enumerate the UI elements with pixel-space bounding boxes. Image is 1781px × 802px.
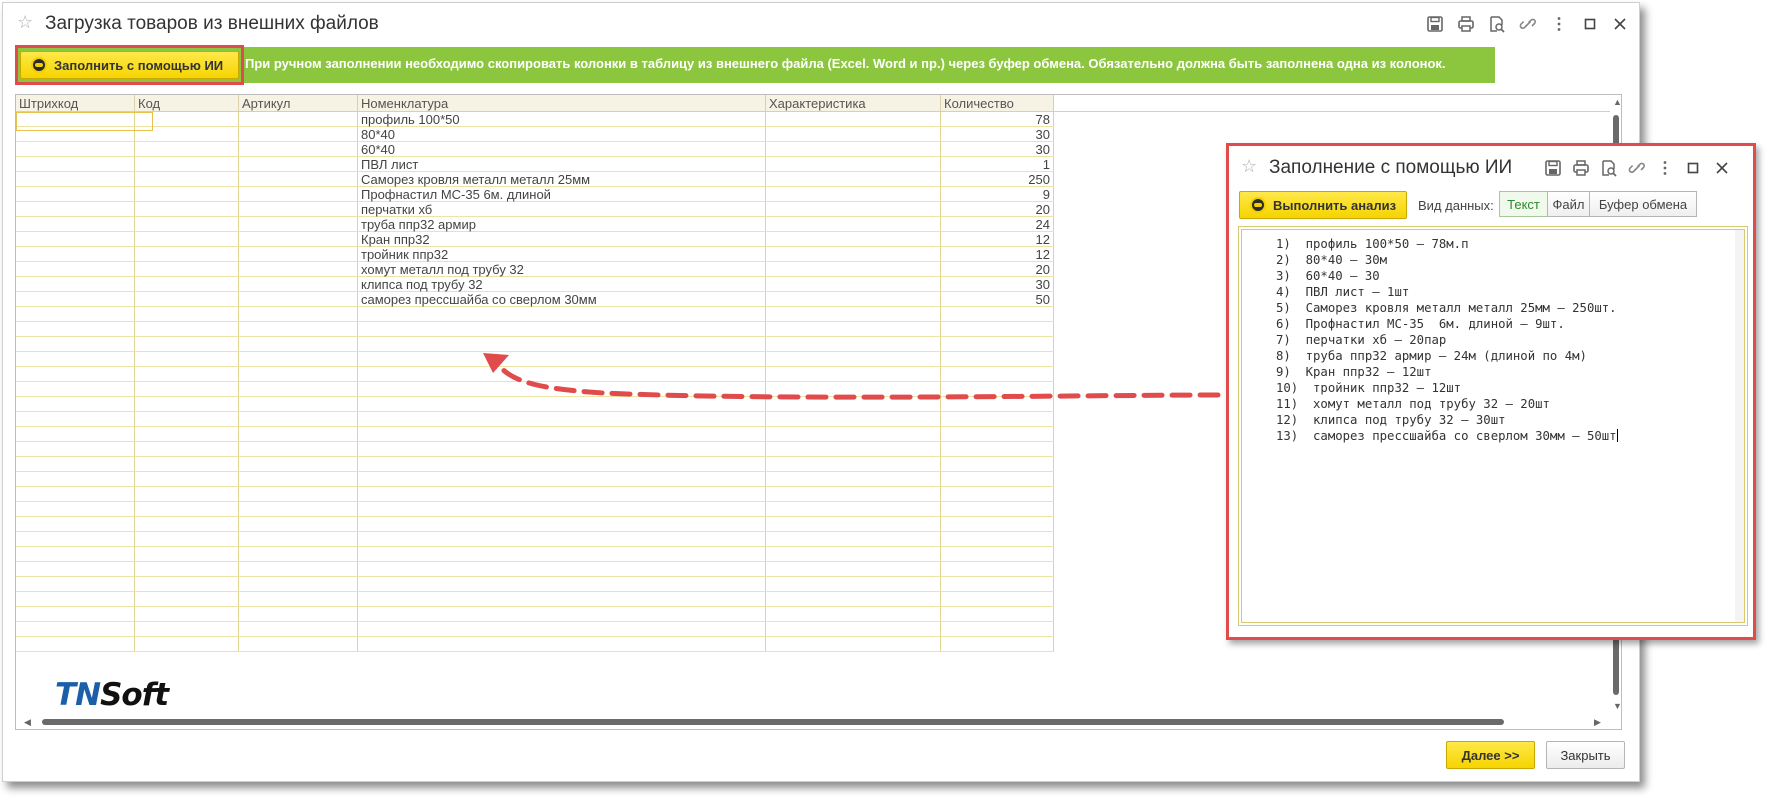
row-divider [16,261,1054,262]
editor-line: 5) Саморез кровля металл металл 25мм – 2… [1276,301,1617,315]
maximize-icon[interactable] [1579,13,1601,35]
column-header[interactable]: Номенклатура [358,95,766,112]
row-divider [16,456,1054,457]
row-divider [16,546,1054,547]
preview-icon[interactable] [1598,157,1620,179]
text-editor-frame: 1) профиль 100*50 – 78м.п 2) 80*40 – 30м 3… [1238,226,1748,626]
tnsoft-logo: TNSoft [55,677,169,713]
ai-logo-icon [31,57,47,73]
header-divider [1054,111,1610,112]
column-header[interactable]: Характеристика [766,95,941,112]
text-caret [1616,429,1618,442]
maximize-icon[interactable] [1682,157,1704,179]
column-header[interactable]: Штрихкод [16,95,135,112]
row-divider [16,576,1054,577]
info-text: При ручном заполнении необходимо скопиро… [245,56,1446,71]
row-divider [16,216,1054,217]
row-divider [16,651,1054,652]
column-divider [238,112,239,652]
close-icon[interactable] [1609,13,1631,35]
dialog-title: Заполнение с помощью ИИ [1269,157,1513,178]
row-divider [16,636,1054,637]
data-type-text-tab[interactable]: Текст [1499,191,1548,217]
favorite-star-icon[interactable]: ☆ [17,12,33,33]
editor-line: 8) труба ппр32 армир – 24м (длиной по 4м… [1276,349,1587,363]
window-title: Загрузка товаров из внешних файлов [45,13,379,34]
scroll-up-icon[interactable]: ▲ [1613,97,1621,107]
column-divider [134,112,135,652]
editor-line: 9) Кран ппр32 – 12шт [1276,365,1432,379]
fill-with-ai-label: Заполнить с помощью ИИ [54,57,224,73]
editor-line: 3) 60*40 – 30 [1276,269,1380,283]
close-button[interactable]: Закрыть [1546,741,1625,769]
dashed-arrow-icon [483,353,1221,400]
editor-line: 13) саморез прессшайба со сверлом 30мм –… [1276,429,1618,443]
row-divider [16,501,1054,502]
scroll-left-icon[interactable]: ◀ [24,717,31,728]
row-divider [16,531,1054,532]
ai-fill-dialog: ☆ Заполнение с помощью ИИ Выполнить анал… [1226,143,1756,640]
column-header[interactable]: Артикул [239,95,358,112]
row-divider [16,336,1054,337]
editor-line: 2) 80*40 – 30м [1276,253,1388,267]
save-icon[interactable] [1542,157,1564,179]
row-divider [16,471,1054,472]
active-cell[interactable] [16,112,153,131]
row-divider [16,276,1054,277]
column-divider [357,112,358,652]
fill-with-ai-button[interactable]: Заполнить с помощью ИИ [20,51,239,79]
quantity-cell[interactable]: 50 [941,291,1050,308]
row-divider [16,141,1054,142]
row-divider [16,621,1054,622]
data-type-clipboard-tab[interactable]: Буфер обмена [1589,191,1697,217]
nomenclature-cell[interactable]: саморез прессшайба со сверлом 30мм [361,291,597,308]
more-icon[interactable] [1548,13,1570,35]
row-divider [16,441,1054,442]
row-divider [16,126,1054,127]
data-type-label: Вид данных: [1418,198,1494,213]
print-icon[interactable] [1455,13,1477,35]
save-icon[interactable] [1424,13,1446,35]
close-icon[interactable] [1711,157,1733,179]
ai-logo-icon [1250,197,1266,213]
row-divider [16,516,1054,517]
favorite-star-icon[interactable]: ☆ [1241,156,1257,177]
data-type-file-tab[interactable]: Файл [1547,191,1590,217]
editor-line: 1) профиль 100*50 – 78м.п [1276,237,1469,251]
preview-icon[interactable] [1486,13,1508,35]
column-header[interactable]: Код [135,95,239,112]
text-editor[interactable]: 1) профиль 100*50 – 78м.п 2) 80*40 – 30м 3… [1241,229,1745,623]
run-analysis-button[interactable]: Выполнить анализ [1239,191,1407,219]
editor-line: 4) ПВЛ лист – 1шт [1276,285,1410,299]
row-divider [16,231,1054,232]
next-button[interactable]: Далее >> [1446,741,1535,769]
link-icon[interactable] [1517,13,1539,35]
editor-line: 7) перчатки хб – 20пар [1276,333,1447,347]
editor-text: 1) профиль 100*50 – 78м.п 2) 80*40 – 30м 3… [1276,236,1618,444]
column-header[interactable]: Количество [941,95,1054,112]
editor-line: 12) клипса под трубу 32 – 30шт [1276,413,1506,427]
print-icon[interactable] [1570,157,1592,179]
horizontal-scrollbar[interactable] [42,719,1504,725]
scroll-right-icon[interactable]: ▶ [1594,717,1601,728]
row-divider [16,606,1054,607]
row-divider [16,561,1054,562]
link-icon[interactable] [1626,157,1648,179]
row-divider [16,591,1054,592]
scroll-down-icon[interactable]: ▼ [1613,701,1621,711]
editor-line: 11) хомут металл под трубу 32 – 20шт [1276,397,1550,411]
row-divider [16,156,1054,157]
row-divider [16,246,1054,247]
more-icon[interactable] [1654,157,1676,179]
editor-scrollbar[interactable] [1735,230,1744,622]
row-divider [16,321,1054,322]
editor-line: 10) тройник ппр32 – 12шт [1276,381,1462,395]
row-divider [16,426,1054,427]
row-divider [16,486,1054,487]
editor-line: 6) Профнастил МС-35 6м. длиной – 9шт. [1276,317,1565,331]
run-analysis-label: Выполнить анализ [1273,197,1397,213]
